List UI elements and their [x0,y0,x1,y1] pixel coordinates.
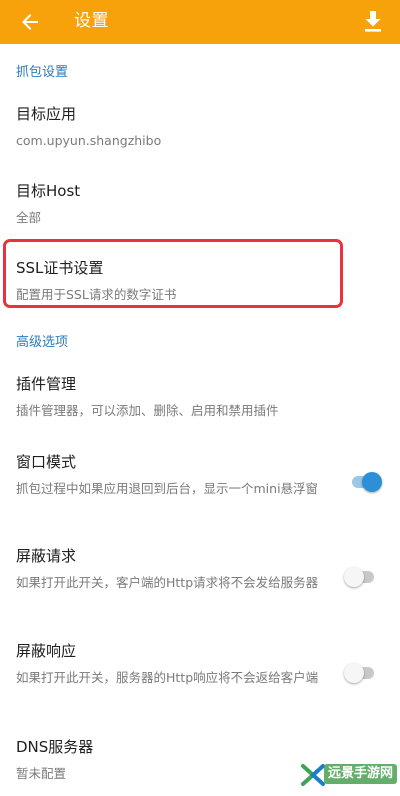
switch-thumb [344,567,364,587]
pref-title: 窗口模式 [16,453,77,471]
block-response-switch[interactable] [344,661,374,685]
pref-target-host[interactable]: 目标Host 全部 [16,180,346,227]
section-header-capture: 抓包设置 [16,65,69,80]
pref-title: 目标应用 [16,105,77,123]
app-bar: 设置 [0,0,400,44]
pref-title: 插件管理 [16,375,77,393]
pref-plugin-manager[interactable]: 插件管理 插件管理器，可以添加、删除、启用和禁用插件 [16,373,346,420]
page-title: 设置 [74,11,109,31]
pref-summary: com.upyun.shangzhibo [16,133,162,148]
pref-window-mode[interactable]: 窗口模式 抓包过程中如果应用退回到后台，显示一个mini悬浮窗 [16,451,346,498]
download-icon[interactable] [362,9,384,33]
pref-dns-server[interactable]: DNS服务器 暂未配置 [16,736,346,783]
pref-summary: 暂未配置 [16,766,67,781]
section-header-advanced: 高级选项 [16,335,69,350]
watermark-text: 远景手游网 [324,764,398,784]
pref-ssl-certificate[interactable]: SSL证书设置 配置用于SSL请求的数字证书 [16,257,346,304]
arrow-back-icon[interactable] [18,10,42,34]
pref-block-request[interactable]: 屏蔽请求 如果打开此开关，客户端的Http请求将不会发给服务器 [16,545,346,592]
pref-summary: 抓包过程中如果应用退回到后台，显示一个mini悬浮窗 [16,481,319,496]
pref-title: DNS服务器 [16,738,94,756]
pref-summary: 插件管理器，可以添加、删除、启用和禁用插件 [16,403,279,418]
pref-title: SSL证书设置 [16,259,104,277]
pref-summary: 如果打开此开关，服务器的Http响应将不会返给客户端 [16,670,319,685]
pref-title: 目标Host [16,182,81,200]
switch-thumb [344,663,364,683]
watermark: 远景手游网 [300,760,398,792]
pref-title: 屏蔽响应 [16,642,77,660]
window-mode-switch[interactable] [352,470,382,494]
pref-target-app[interactable]: 目标应用 com.upyun.shangzhibo [16,103,346,150]
pref-title: 屏蔽请求 [16,547,77,565]
pref-summary: 配置用于SSL请求的数字证书 [16,287,177,302]
block-request-switch[interactable] [344,565,374,589]
watermark-logo-icon [301,764,325,786]
pref-summary: 全部 [16,210,42,225]
pref-block-response[interactable]: 屏蔽响应 如果打开此开关，服务器的Http响应将不会返给客户端 [16,640,346,687]
pref-summary: 如果打开此开关，客户端的Http请求将不会发给服务器 [16,575,319,590]
switch-thumb [362,472,382,492]
